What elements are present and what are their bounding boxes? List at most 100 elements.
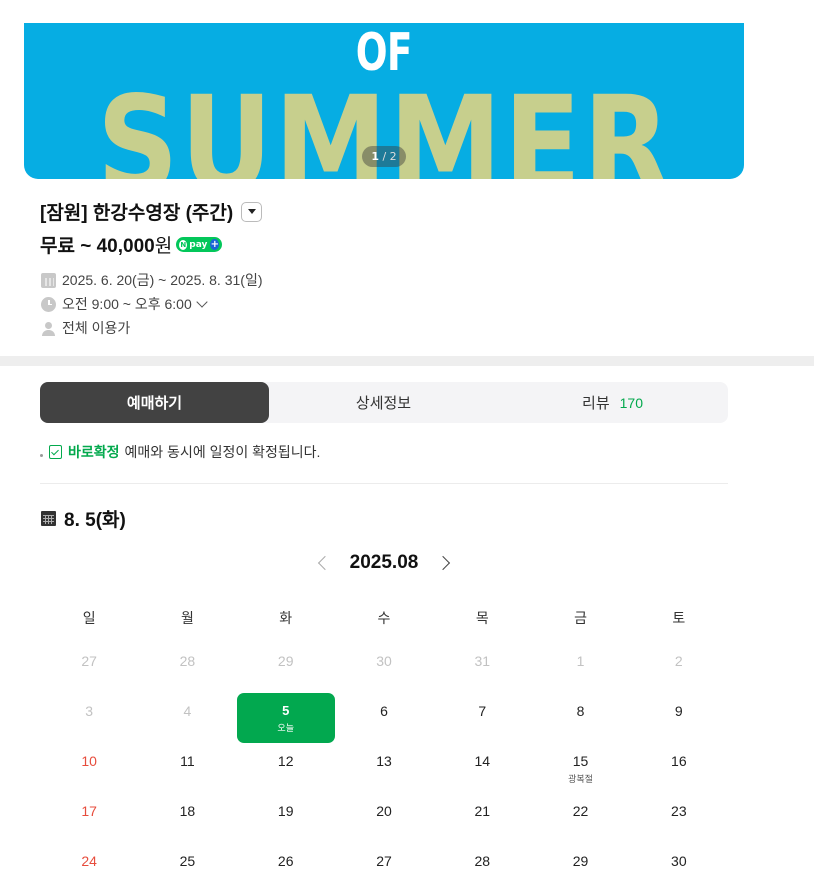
calendar-day[interactable]: 23 <box>630 793 728 843</box>
calendar-day[interactable]: 22 <box>531 793 629 843</box>
info-hours[interactable]: 오전 9:00 ~ 오후 6:00 <box>41 294 208 314</box>
calendar-week-row: 24 25 26 27 28 29 30 <box>40 843 728 880</box>
info-audience: 전체 이용가 <box>41 318 130 338</box>
calendar-day[interactable]: 21 <box>433 793 531 843</box>
tab-details-label: 상세정보 <box>355 395 412 412</box>
calendar-day[interactable]: 11 <box>138 743 236 793</box>
banner-pager: 1 / 2 <box>362 146 406 167</box>
day-number: 10 <box>81 753 97 769</box>
calendar-day[interactable]: 8 <box>531 693 629 743</box>
day-number: 1 <box>576 653 585 669</box>
review-count: 170 <box>619 394 643 411</box>
next-month-arrow-icon[interactable] <box>436 555 451 571</box>
calendar-day[interactable]: 28 <box>433 843 531 880</box>
selected-date-text: 8. 5(화) <box>64 510 126 531</box>
chevron-down-icon[interactable] <box>196 295 208 308</box>
pager-total: 2 <box>389 150 397 163</box>
divider <box>40 483 728 484</box>
day-number: 30 <box>671 853 687 869</box>
calendar-day[interactable]: 12 <box>237 743 335 793</box>
weekday-label: 일 <box>82 610 96 626</box>
caret-down-icon <box>247 209 256 214</box>
day-number: 29 <box>277 653 294 669</box>
weekday-label: 목 <box>475 610 489 626</box>
calendar-day[interactable]: 20 <box>335 793 433 843</box>
day-number: 12 <box>277 753 294 769</box>
calendar-day[interactable]: 18 <box>138 793 236 843</box>
calendar-day: 30 <box>335 643 433 693</box>
user-icon <box>41 321 56 336</box>
day-number: 11 <box>180 753 195 769</box>
prev-month-arrow-icon[interactable] <box>317 555 332 571</box>
npay-badge: N pay + <box>176 237 223 252</box>
day-number: 24 <box>81 853 97 869</box>
calendar-week-row: 10 11 12 13 14 15 광복절 16 <box>40 743 728 793</box>
notice-text: 예매와 동시에 일정이 확정됩니다. <box>124 444 321 460</box>
day-number: 22 <box>572 803 589 819</box>
day-number: 5 <box>282 703 290 718</box>
tab-reviews[interactable]: 리뷰 170 <box>498 382 727 423</box>
instant-confirm-label: 바로확정 <box>68 444 120 460</box>
currency-label: 원 <box>154 236 173 257</box>
calendar-day[interactable]: 25 <box>138 843 236 880</box>
pager-current: 1 <box>371 150 379 163</box>
banner-image[interactable]: OF SUMMER 1 / 2 <box>24 23 744 179</box>
calendar-day[interactable]: 14 <box>433 743 531 793</box>
calendar-day[interactable]: 7 <box>433 693 531 743</box>
calendar-day: 29 <box>237 643 335 693</box>
price-row: 무료 ~ 40,000 원 N pay + <box>40 231 223 258</box>
calendar-day: 4 <box>138 693 236 743</box>
bullet-dot <box>40 453 43 457</box>
holiday-label: 광복절 <box>568 774 593 784</box>
date-range-text: 2025. 6. 20(금) ~ 2025. 8. 31(일) <box>62 272 263 288</box>
calendar-day[interactable]: 17 <box>40 793 138 843</box>
day-number: 31 <box>474 653 491 669</box>
calendar-week-row: 27 28 29 30 31 1 2 <box>40 643 728 693</box>
title-dropdown-button[interactable] <box>241 201 263 222</box>
tab-booking[interactable]: 예매하기 <box>40 382 269 423</box>
day-number: 20 <box>376 803 392 819</box>
day-number: 7 <box>478 703 487 719</box>
day-number: 19 <box>277 803 294 819</box>
calendar-grid: 27 28 29 30 31 1 2 3 4 5 오늘 6 7 8 9 10 11 12 13 14 15 광복절 16 17… <box>40 643 728 880</box>
day-number: 17 <box>81 803 97 819</box>
weekday-label: 월 <box>180 610 194 626</box>
month-navigation: 2025.08 <box>0 552 768 574</box>
calendar-day[interactable]: 26 <box>237 843 335 880</box>
npay-label: pay <box>189 239 208 250</box>
day-number: 8 <box>576 703 585 719</box>
calendar-day-selected[interactable]: 5 오늘 <box>236 693 335 743</box>
tab-details[interactable]: 상세정보 <box>269 382 498 423</box>
weekday-label: 토 <box>672 610 686 626</box>
selected-date-heading: 8. 5(화) <box>41 505 126 532</box>
day-number: 3 <box>85 703 94 719</box>
day-number: 13 <box>376 753 392 769</box>
weekday-label: 화 <box>279 610 293 626</box>
calendar-day: 1 <box>531 643 629 693</box>
calendar-day[interactable]: 9 <box>630 693 728 743</box>
calendar-day[interactable]: 27 <box>335 843 433 880</box>
day-number: 26 <box>277 853 294 869</box>
day-number: 15 <box>572 753 589 769</box>
calendar-day[interactable]: 6 <box>335 693 433 743</box>
tab-bar: 예매하기 상세정보 리뷰 170 <box>40 382 728 423</box>
clock-icon <box>41 296 56 312</box>
instant-confirm-notice: 바로확정 예매와 동시에 일정이 확정됩니다. <box>40 442 320 462</box>
day-number: 29 <box>572 853 589 869</box>
calendar-day[interactable]: 30 <box>630 843 728 880</box>
day-number: 9 <box>674 703 683 719</box>
day-number: 21 <box>474 803 491 819</box>
calendar-icon <box>41 272 56 288</box>
calendar-day[interactable]: 15 광복절 <box>531 743 629 793</box>
calendar-day[interactable]: 24 <box>40 843 138 880</box>
calendar-day[interactable]: 16 <box>630 743 728 793</box>
hours-text: 오전 9:00 ~ 오후 6:00 <box>62 296 192 312</box>
day-number: 28 <box>474 853 491 869</box>
calendar-day[interactable]: 13 <box>335 743 433 793</box>
calendar-day: 27 <box>40 643 138 693</box>
day-number: 30 <box>376 653 392 669</box>
calendar-day[interactable]: 10 <box>40 743 138 793</box>
calendar-day[interactable]: 19 <box>237 793 335 843</box>
calendar-day: 2 <box>630 643 728 693</box>
calendar-day[interactable]: 29 <box>531 843 629 880</box>
